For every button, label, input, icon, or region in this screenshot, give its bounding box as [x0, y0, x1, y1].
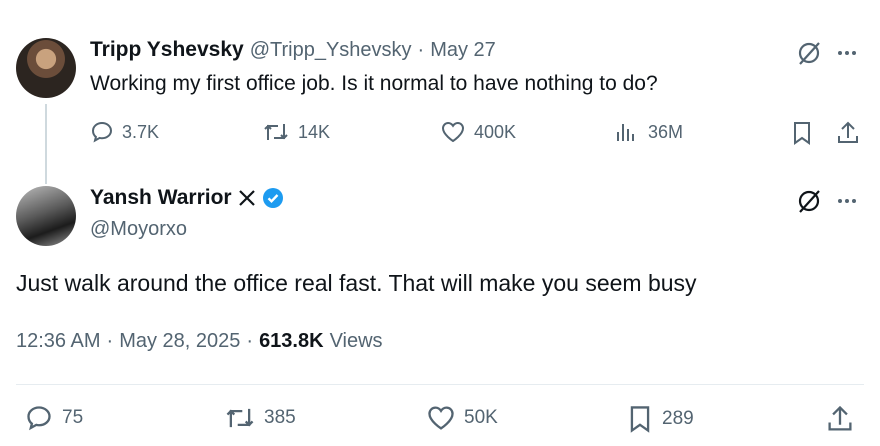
tweet2-header: Yansh Warrior [90, 186, 284, 210]
tweet2-like-count: 50K [464, 407, 498, 428]
tweet2-reply-count: 75 [62, 407, 84, 428]
tweet1-like-count: 400K [474, 121, 517, 142]
verified-badge-icon[interactable] [262, 187, 284, 209]
tweet2-meta: 12:36 AM · May 28, 2025 · 613.8K Views [16, 330, 383, 353]
tweet2-author-name[interactable]: Yansh Warrior [90, 186, 232, 210]
like-icon [440, 120, 466, 144]
tweet1-separator: · [417, 38, 425, 61]
grok-icon[interactable] [796, 40, 824, 66]
tweet2-time[interactable]: 12:36 AM [16, 330, 101, 353]
retweet-icon [224, 404, 256, 432]
share-icon[interactable] [836, 120, 860, 146]
tweet1-header: Tripp Yshevsky @Tripp_Yshevsky · May 27 [90, 38, 496, 62]
tweet1-reply-count: 3.7K [122, 121, 160, 142]
reply-icon [90, 120, 114, 144]
reply-icon [24, 404, 54, 432]
tweet1-reply-action[interactable]: 3.7K [90, 120, 159, 144]
tweet2-author-handle[interactable]: @Moyorxo [90, 218, 187, 241]
bookmark-icon[interactable] [790, 120, 814, 146]
bookmark-icon [626, 404, 654, 434]
tweet1-views-count: 36M [648, 121, 684, 142]
avatar-tripp[interactable] [16, 38, 76, 98]
tweet2-like-action[interactable]: 50K [426, 404, 498, 432]
tweet1-author-name[interactable]: Tripp Yshevsky [90, 38, 244, 62]
tweet2-views-label: Views [329, 330, 383, 352]
avatar-yansh[interactable] [16, 186, 76, 246]
tweet2-views-count: 613.8K [259, 330, 324, 352]
tweet1-text: Working my first office job. Is it norma… [90, 72, 658, 95]
tweet1-like-action[interactable]: 400K [440, 120, 516, 144]
tweet1-views-action[interactable]: 36M [614, 120, 683, 144]
meta-separator: · [246, 330, 254, 352]
tweet2-reply-action[interactable]: 75 [24, 404, 83, 432]
retweet-icon [262, 120, 290, 144]
tweet2-text: Just walk around the office real fast. T… [16, 270, 697, 296]
tweet1-author-handle[interactable]: @Tripp_Yshevsky [250, 39, 412, 62]
grok-icon[interactable] [796, 188, 824, 214]
divider [16, 384, 864, 385]
tweet2-retweet-count: 385 [264, 407, 296, 428]
more-icon[interactable] [836, 44, 858, 62]
more-icon[interactable] [836, 192, 858, 210]
tweet2-date[interactable]: May 28, 2025 [119, 330, 240, 353]
x-logo-icon [238, 189, 256, 207]
thread-connector [45, 104, 47, 184]
meta-separator: · [106, 330, 114, 352]
tweet2-retweet-action[interactable]: 385 [224, 404, 296, 432]
like-icon [426, 404, 456, 432]
tweet2-bookmark-action[interactable]: 289 [626, 404, 694, 434]
tweet1-retweet-count: 14K [298, 121, 331, 142]
tweet1-retweet-action[interactable]: 14K [262, 120, 330, 144]
views-icon [614, 120, 640, 144]
share-icon[interactable] [826, 404, 854, 434]
tweet1-date[interactable]: May 27 [430, 39, 496, 62]
tweet2-bookmark-count: 289 [662, 408, 694, 429]
